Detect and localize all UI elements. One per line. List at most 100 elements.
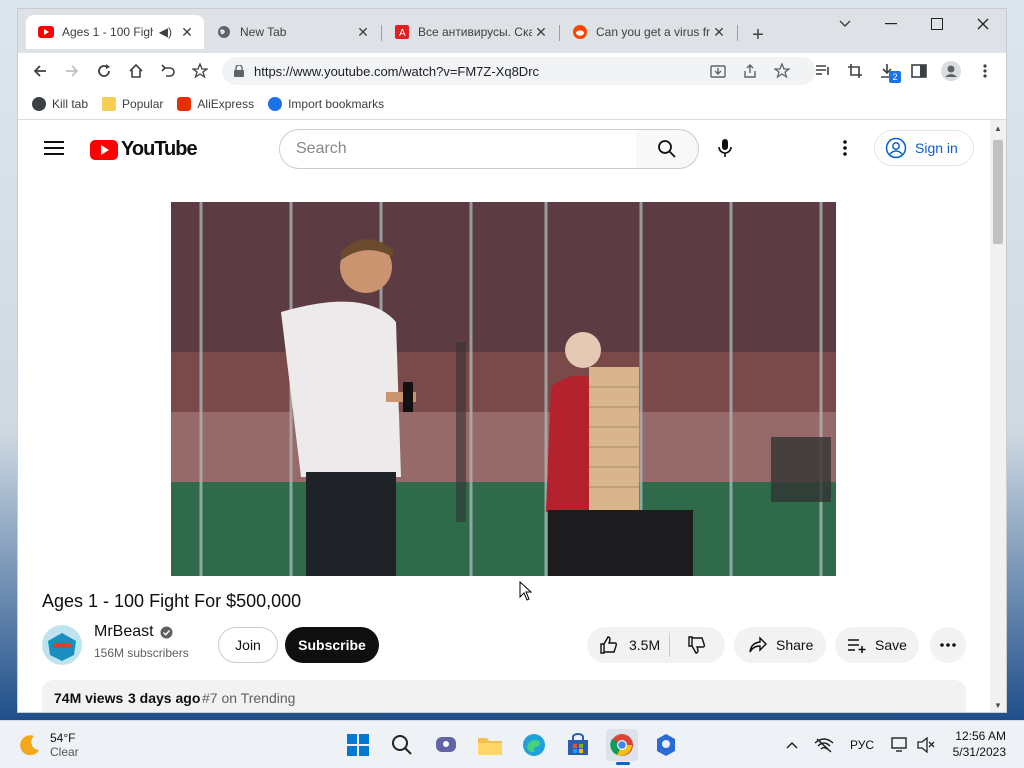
bookmark-star-icon[interactable]	[186, 57, 214, 85]
bookmark-kill-tab[interactable]: Kill tab	[32, 97, 88, 111]
more-actions-button[interactable]	[930, 627, 966, 663]
trending-tag[interactable]: #7 on Trending	[202, 690, 295, 706]
media-queue-icon[interactable]	[809, 57, 837, 85]
undo-icon[interactable]	[154, 57, 182, 85]
microphone-icon[interactable]	[718, 138, 732, 163]
tab-separator	[737, 25, 738, 41]
svg-text:A: A	[399, 28, 406, 39]
volume-muted-icon[interactable]	[910, 729, 942, 761]
tab-antivirus[interactable]: A Все антивирусы. Скачать ✕	[382, 15, 558, 49]
video-player[interactable]	[171, 202, 836, 576]
store-icon[interactable]	[562, 729, 594, 761]
close-tab-icon[interactable]: ✕	[532, 24, 550, 41]
bookmark-popular[interactable]: Popular	[102, 97, 163, 111]
sign-in-label: Sign in	[915, 140, 958, 156]
edge-icon[interactable]	[518, 729, 550, 761]
network-offline-icon[interactable]	[808, 729, 840, 761]
install-app-icon[interactable]	[710, 63, 726, 79]
downloads-icon[interactable]: 2	[873, 57, 901, 85]
more-menu-icon[interactable]	[971, 57, 999, 85]
youtube-logo-text: YouTube	[121, 138, 198, 160]
join-button[interactable]: Join	[218, 627, 278, 663]
youtube-logo[interactable]: YouTube	[90, 138, 198, 161]
crop-icon[interactable]	[841, 57, 869, 85]
language-indicator[interactable]: РУС	[850, 738, 874, 752]
bookmark-label: AliExpress	[197, 97, 255, 111]
description-box[interactable]: 74M views 3 days ago #7 on Trending	[42, 680, 966, 712]
share-page-icon[interactable]	[742, 63, 758, 79]
clock[interactable]: 12:56 AM 5/31/2023	[944, 728, 1006, 760]
close-tab-icon[interactable]: ✕	[178, 24, 196, 41]
like-dislike-group: 3.5M	[587, 627, 725, 663]
active-app-indicator	[616, 762, 630, 765]
hamburger-menu-icon[interactable]	[44, 140, 64, 161]
show-hidden-icons-chevron-icon[interactable]	[776, 729, 808, 761]
chat-icon[interactable]	[430, 729, 462, 761]
share-label: Share	[776, 637, 814, 653]
url-text: https://www.youtube.com/watch?v=FM7Z-Xq8…	[254, 63, 540, 79]
scroll-down-icon[interactable]: ▼	[994, 701, 1002, 710]
taskbar-search-icon[interactable]	[386, 729, 418, 761]
join-label: Join	[235, 637, 261, 653]
weather-desc: Clear	[50, 745, 79, 759]
maximize-icon[interactable]	[914, 9, 960, 39]
profile-icon[interactable]	[937, 57, 965, 85]
channel-row: MrBeast 156M subscribers Join Subscribe …	[42, 623, 992, 669]
back-arrow-icon[interactable]	[26, 57, 54, 85]
bookmark-label: Popular	[122, 97, 164, 111]
tab-title: Все антивирусы. Скачать	[418, 25, 532, 39]
app-icon[interactable]	[650, 729, 682, 761]
reload-icon[interactable]	[90, 57, 118, 85]
close-window-icon[interactable]	[960, 9, 1006, 39]
verified-check-icon	[160, 626, 173, 639]
new-tab-plus-icon[interactable]: +	[744, 21, 772, 49]
dislike-button[interactable]	[670, 635, 725, 655]
gear-icon	[268, 97, 283, 111]
close-tab-icon[interactable]: ✕	[710, 24, 728, 41]
minimize-icon[interactable]	[868, 9, 914, 39]
speaker-icon[interactable]: ◀)	[159, 25, 172, 39]
tab-youtube[interactable]: Ages 1 - 100 Fight For $500,000 ◀) ✕	[26, 15, 204, 49]
settings-more-icon[interactable]	[843, 140, 847, 161]
tab-new-tab[interactable]: New Tab ✕	[204, 15, 380, 49]
page-scrollbar[interactable]: ▲ ▼	[990, 120, 1006, 712]
tab-reddit[interactable]: Can you get a virus from ✕	[560, 15, 736, 49]
sign-in-button[interactable]: Sign in	[874, 130, 974, 166]
bookmark-import[interactable]: Import bookmarks	[268, 97, 384, 111]
reddit-icon	[572, 24, 588, 40]
scroll-up-icon[interactable]: ▲	[994, 124, 1002, 133]
youtube-favicon-icon	[38, 24, 54, 40]
side-panel-icon[interactable]	[905, 57, 933, 85]
bookmark-aliexpress[interactable]: AliExpress	[177, 97, 254, 111]
chrome-taskbar-icon[interactable]	[606, 729, 638, 765]
tab-strip: Ages 1 - 100 Fight For $500,000 ◀) ✕ New…	[18, 9, 1006, 53]
subscriber-count: 156M subscribers	[94, 646, 189, 660]
search-button[interactable]	[636, 129, 699, 169]
search-placeholder: Search	[296, 140, 347, 157]
thumbs-up-icon	[600, 636, 618, 654]
video-title: Ages 1 - 100 Fight For $500,000	[42, 591, 302, 611]
search-input[interactable]: Search	[279, 129, 638, 169]
bookmark-label: Import bookmarks	[288, 97, 385, 111]
forward-arrow-icon[interactable]	[58, 57, 86, 85]
tab-search-chevron-icon[interactable]	[822, 9, 868, 39]
weather-widget[interactable]: 54°F Clear	[18, 729, 79, 761]
file-explorer-icon[interactable]	[474, 729, 506, 761]
channel-avatar[interactable]	[42, 625, 82, 665]
folder-icon	[102, 97, 117, 111]
bookmark-label: Kill tab	[52, 97, 89, 111]
address-bar[interactable]: https://www.youtube.com/watch?v=FM7Z-Xq8…	[222, 57, 816, 85]
share-button[interactable]: Share	[734, 627, 826, 663]
channel-name[interactable]: MrBeast	[94, 623, 173, 641]
thumbs-down-icon	[688, 636, 706, 654]
scrollbar-thumb[interactable]	[993, 140, 1003, 244]
close-tab-icon[interactable]: ✕	[354, 24, 372, 41]
clock-time: 12:56 AM	[955, 729, 1006, 743]
start-button[interactable]	[342, 729, 374, 761]
bookmark-page-star-icon[interactable]	[774, 63, 790, 79]
save-button[interactable]: Save	[835, 627, 919, 663]
home-icon[interactable]	[122, 57, 150, 85]
subscribe-button[interactable]: Subscribe	[285, 627, 379, 663]
search-icon	[658, 140, 676, 158]
like-button[interactable]: 3.5M	[587, 633, 670, 657]
